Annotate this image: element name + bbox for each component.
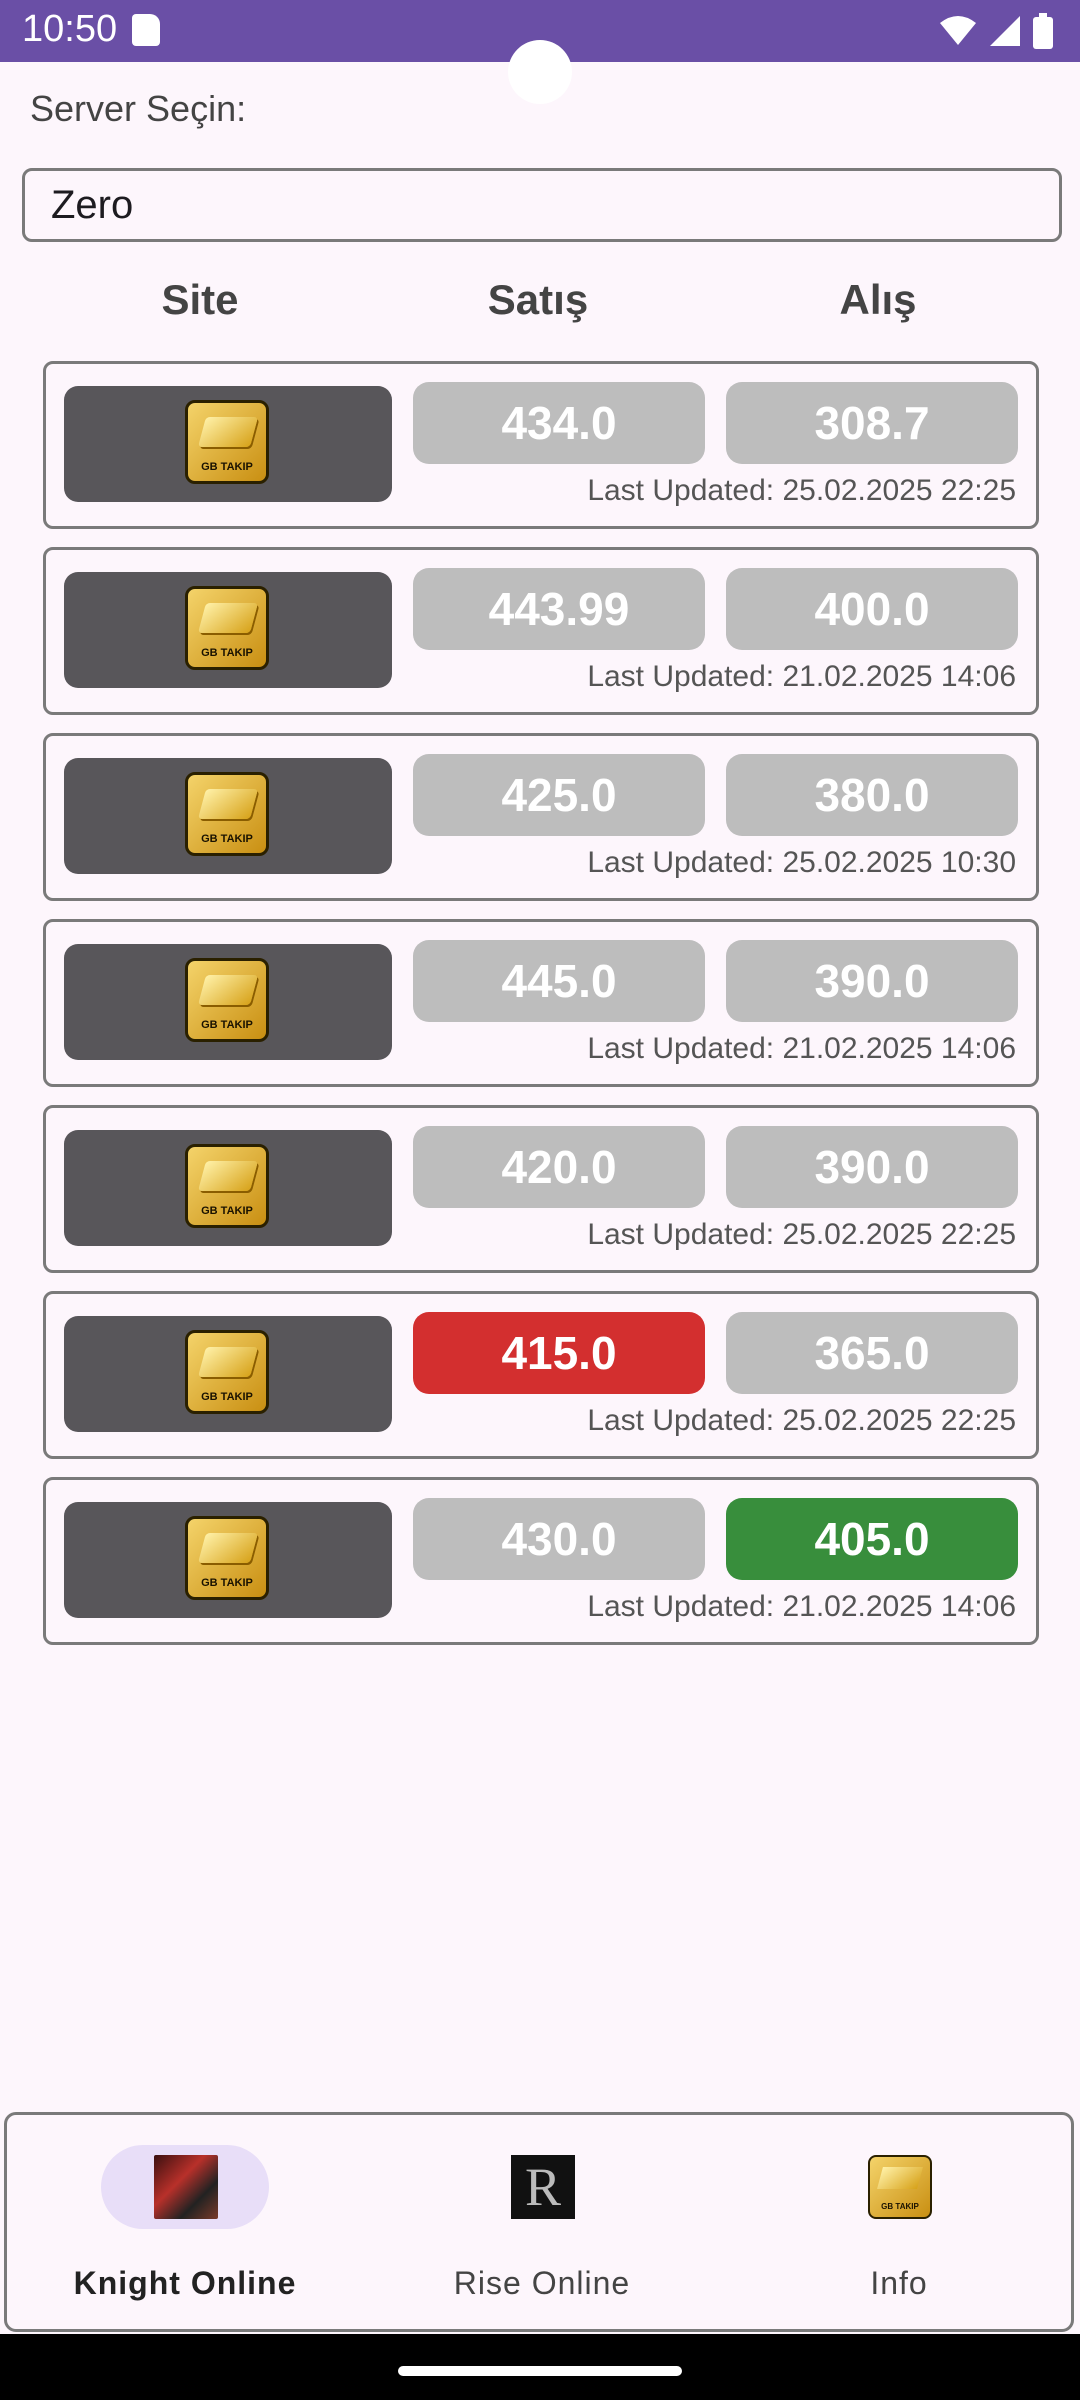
- info-gb-takip-icon: GB TAKIP: [868, 2155, 932, 2219]
- site-logo-box[interactable]: GB TAKIP: [64, 944, 392, 1060]
- home-gesture-bar[interactable]: [398, 2366, 682, 2376]
- price-row[interactable]: GB TAKIP 434.0 308.7 Last Updated: 25.02…: [43, 361, 1039, 529]
- sell-price: 434.0: [413, 382, 705, 464]
- sell-price: 425.0: [413, 754, 705, 836]
- last-updated: Last Updated: 25.02.2025 22:25: [587, 1218, 1016, 1251]
- sell-price-best: 415.0: [413, 1312, 705, 1394]
- price-row[interactable]: GB TAKIP 430.0 405.0 Last Updated: 21.02…: [43, 1477, 1039, 1645]
- nav-label: Rise Online: [453, 2265, 631, 2301]
- status-time: 10:50: [22, 8, 118, 50]
- gesture-area: [0, 2334, 1080, 2400]
- sell-price: 420.0: [413, 1126, 705, 1208]
- wifi-icon: [940, 16, 976, 45]
- server-selected-value: Zero: [51, 183, 134, 227]
- sd-card-icon: [132, 14, 160, 46]
- gold-bar-icon: GB TAKIP: [185, 772, 269, 856]
- last-updated: Last Updated: 21.02.2025 14:06: [587, 660, 1016, 693]
- nav-item-info[interactable]: GB TAKIP Info: [721, 2115, 1077, 2331]
- sell-price: 445.0: [413, 940, 705, 1022]
- price-row[interactable]: GB TAKIP 425.0 380.0 Last Updated: 25.02…: [43, 733, 1039, 901]
- site-logo-box[interactable]: GB TAKIP: [64, 1502, 392, 1618]
- last-updated: Last Updated: 21.02.2025 14:06: [587, 1590, 1016, 1623]
- gold-bar-icon: GB TAKIP: [185, 1330, 269, 1414]
- nav-label: Info: [870, 2265, 928, 2301]
- site-logo-box[interactable]: GB TAKIP: [64, 1130, 392, 1246]
- last-updated: Last Updated: 25.02.2025 22:25: [587, 1404, 1016, 1437]
- camera-cutout: [508, 40, 572, 104]
- knight-online-icon: [154, 2155, 218, 2219]
- gold-bar-icon: GB TAKIP: [185, 958, 269, 1042]
- gold-bar-icon: GB TAKIP: [185, 1516, 269, 1600]
- price-list: GB TAKIP 434.0 308.7 Last Updated: 25.02…: [43, 361, 1039, 1663]
- nav-item-rise-online[interactable]: R Rise Online: [364, 2115, 720, 2331]
- sell-price: 443.99: [413, 568, 705, 650]
- buy-price: 380.0: [726, 754, 1018, 836]
- rise-online-icon: R: [511, 2155, 575, 2219]
- buy-price-best: 405.0: [726, 1498, 1018, 1580]
- gold-bar-icon: GB TAKIP: [185, 586, 269, 670]
- gold-bar-icon: GB TAKIP: [185, 400, 269, 484]
- site-logo-box[interactable]: GB TAKIP: [64, 758, 392, 874]
- price-row[interactable]: GB TAKIP 415.0 365.0 Last Updated: 25.02…: [43, 1291, 1039, 1459]
- column-header-sell: Satış: [487, 276, 589, 323]
- sell-price: 430.0: [413, 1498, 705, 1580]
- last-updated: Last Updated: 25.02.2025 22:25: [587, 474, 1016, 507]
- battery-icon: [1033, 13, 1053, 49]
- buy-price: 390.0: [726, 1126, 1018, 1208]
- price-row[interactable]: GB TAKIP 445.0 390.0 Last Updated: 21.02…: [43, 919, 1039, 1087]
- gold-bar-icon: GB TAKIP: [185, 1144, 269, 1228]
- buy-price: 390.0: [726, 940, 1018, 1022]
- site-logo-box[interactable]: GB TAKIP: [64, 386, 392, 502]
- site-logo-box[interactable]: GB TAKIP: [64, 1316, 392, 1432]
- site-logo-box[interactable]: GB TAKIP: [64, 572, 392, 688]
- server-label: Server Seçin:: [30, 88, 247, 129]
- price-row[interactable]: GB TAKIP 420.0 390.0 Last Updated: 25.02…: [43, 1105, 1039, 1273]
- signal-icon: [990, 16, 1020, 46]
- bottom-navigation: Knight Online R Rise Online GB TAKIP Inf…: [4, 2112, 1074, 2332]
- status-icons: [938, 12, 1054, 50]
- buy-price: 400.0: [726, 568, 1018, 650]
- nav-item-knight-online[interactable]: Knight Online: [7, 2115, 363, 2331]
- server-dropdown[interactable]: Zero: [22, 168, 1062, 242]
- price-row[interactable]: GB TAKIP 443.99 400.0 Last Updated: 21.0…: [43, 547, 1039, 715]
- column-header-site: Site: [161, 276, 239, 323]
- buy-price: 365.0: [726, 1312, 1018, 1394]
- buy-price: 308.7: [726, 382, 1018, 464]
- column-header-buy: Alış: [839, 276, 917, 323]
- last-updated: Last Updated: 21.02.2025 14:06: [587, 1032, 1016, 1065]
- nav-label: Knight Online: [73, 2265, 297, 2301]
- last-updated: Last Updated: 25.02.2025 10:30: [587, 846, 1016, 879]
